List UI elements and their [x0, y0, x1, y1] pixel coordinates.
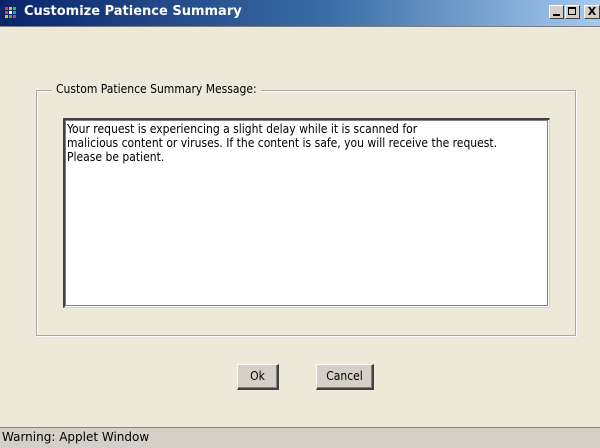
groupbox-legend: Custom Patience Summary Message: — [52, 82, 261, 96]
patience-message-textarea[interactable]: Your request is experiencing a slight de… — [63, 118, 550, 308]
minimize-button[interactable] — [549, 5, 564, 19]
maximize-icon — [568, 7, 576, 15]
ok-button[interactable]: Ok — [237, 364, 279, 390]
close-button[interactable]: X — [584, 5, 600, 19]
cancel-button[interactable]: Cancel — [316, 364, 374, 390]
minimize-icon — [553, 14, 560, 16]
window-title: Customize Patience Summary — [24, 4, 242, 19]
java-applet-icon — [5, 7, 19, 19]
applet-warning-statusbar: Warning: Applet Window — [0, 427, 600, 448]
maximize-button[interactable] — [565, 5, 580, 19]
title-bar[interactable]: Customize Patience Summary X — [0, 0, 600, 27]
close-icon: X — [587, 5, 597, 18]
